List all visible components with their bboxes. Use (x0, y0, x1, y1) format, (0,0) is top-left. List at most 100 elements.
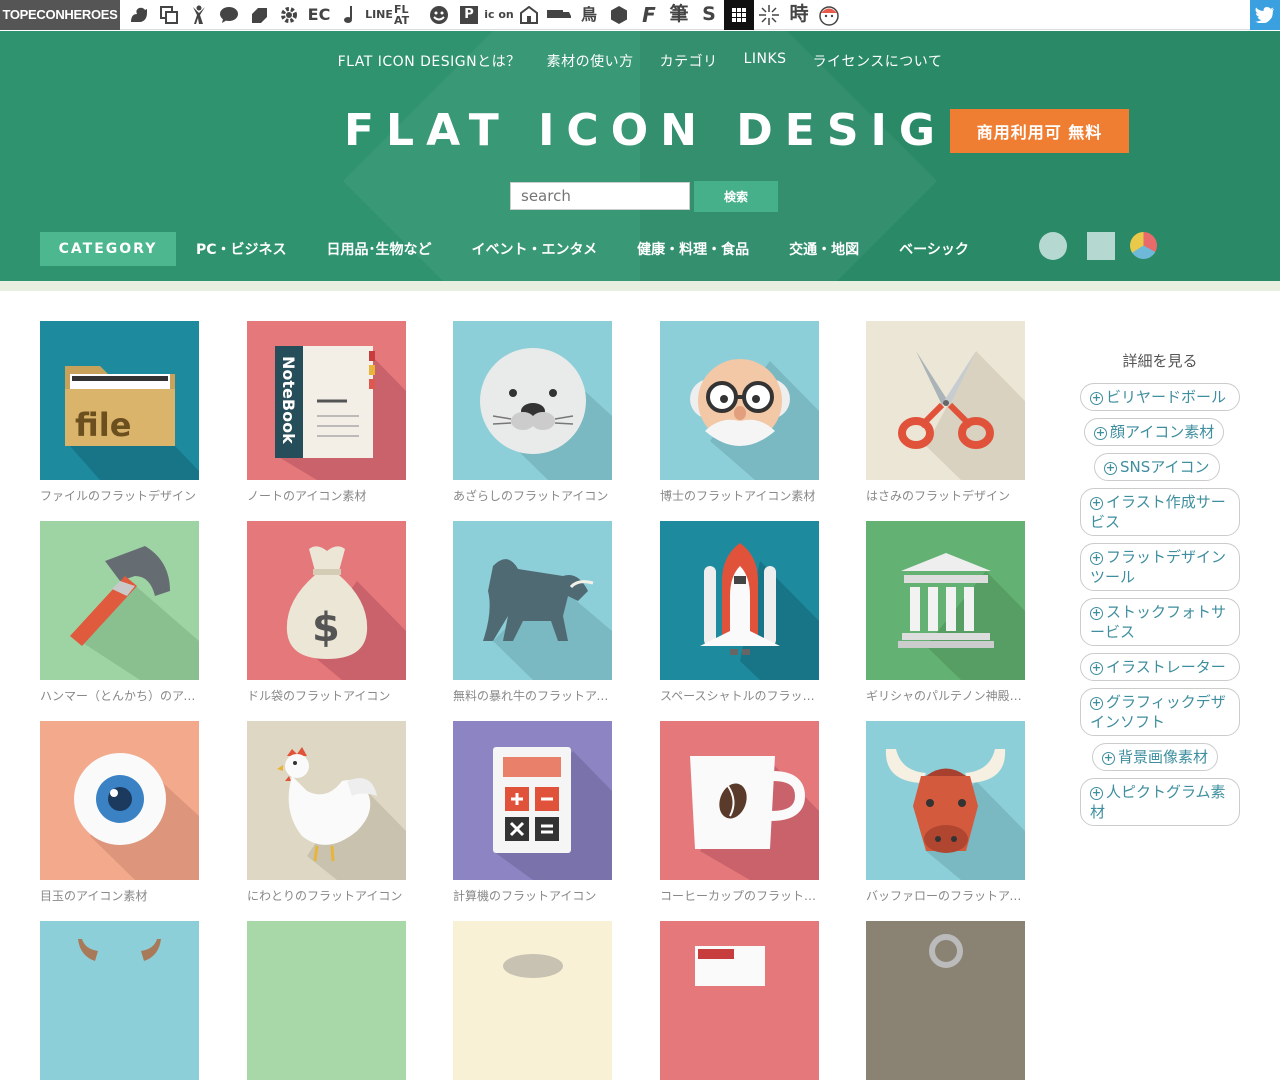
icon-card[interactable]: file ファイルのフラットデザイン (40, 321, 199, 504)
icon-card[interactable] (40, 921, 199, 1080)
card-caption[interactable]: バッファローのフラットアイコン (866, 887, 1025, 904)
professor-icon[interactable] (660, 321, 819, 480)
chicken-icon[interactable] (247, 721, 406, 880)
card-caption[interactable]: あざらしのフラットアイコン (453, 487, 612, 504)
time-icon[interactable]: 時 (784, 0, 814, 30)
buffalo-icon[interactable] (866, 721, 1025, 880)
bird-icon[interactable]: 鳥 (574, 0, 604, 30)
card-caption[interactable]: ノートのアイコン素材 (247, 487, 406, 504)
parthenon-icon[interactable] (866, 521, 1025, 680)
icon-card[interactable]: NoteBook ノートのアイコン素材 (247, 321, 406, 504)
search-input[interactable] (510, 182, 690, 210)
burst-icon[interactable] (754, 0, 784, 30)
partial-icon[interactable] (453, 921, 612, 1080)
file-folder-icon[interactable]: file (40, 321, 199, 480)
note-icon[interactable] (334, 0, 364, 30)
icon-card[interactable]: コーヒーカップのフラットアイコン (660, 721, 819, 904)
coffee-cup-icon[interactable] (660, 721, 819, 880)
icon-card[interactable]: 無料の暴れ牛のフラットアイコン (453, 521, 612, 704)
chat-icon[interactable] (214, 0, 244, 30)
card-caption[interactable]: はさみのフラットデザイン (866, 487, 1025, 504)
hex-icon[interactable] (604, 0, 634, 30)
icon-card[interactable] (866, 921, 1025, 1080)
card-caption[interactable]: コーヒーカップのフラットアイコン (660, 887, 819, 904)
icon-card[interactable]: スペースシャトルのフラットデザイン (660, 521, 819, 704)
icon-card[interactable]: あざらしのフラットアイコン (453, 321, 612, 504)
twitter-icon[interactable] (1250, 0, 1280, 30)
search-button[interactable]: 検索 (694, 181, 778, 212)
smile-icon[interactable] (424, 0, 454, 30)
partial-icon[interactable] (660, 921, 819, 1080)
category-event-entertainment[interactable]: イベント・エンタメ (472, 239, 598, 259)
ec-icon[interactable]: EC (304, 0, 334, 30)
partial-icon[interactable] (247, 921, 406, 1080)
icon-card[interactable]: はさみのフラットデザイン (866, 321, 1025, 504)
brush-icon[interactable]: 筆 (664, 0, 694, 30)
tag-human-pictogram[interactable]: + 人ピクトグラム素材 (1080, 778, 1240, 826)
card-caption[interactable]: スペースシャトルのフラットデザイン (660, 687, 819, 704)
icon-card[interactable]: ギリシャのパルテノン神殿のアイコン (866, 521, 1025, 704)
scissors-icon[interactable] (866, 321, 1025, 480)
face-icon[interactable] (814, 0, 844, 30)
card-caption[interactable]: 無料の暴れ牛のフラットアイコン (453, 687, 612, 704)
flat-icon[interactable]: FL AT (394, 0, 424, 30)
tag-billiard-ball[interactable]: + ビリヤードボール (1080, 383, 1240, 411)
notebook-icon[interactable]: NoteBook (247, 321, 406, 480)
card-caption[interactable]: 目玉のアイコン素材 (40, 887, 199, 904)
icon-icon[interactable]: ic on (484, 0, 514, 30)
color-filter-icon[interactable] (1130, 232, 1157, 259)
house-icon[interactable] (514, 0, 544, 30)
icon-card[interactable]: バッファローのフラットアイコン (866, 721, 1025, 904)
nav-category[interactable]: カテゴリ (660, 51, 718, 71)
category-pc-business[interactable]: PC・ビジネス (196, 239, 287, 259)
icon-card[interactable] (660, 921, 819, 1080)
icon-card[interactable]: $ ドル袋のフラットアイコン (247, 521, 406, 704)
icon-card[interactable]: ハンマー（とんかち）のアイコン (40, 521, 199, 704)
tag-icon[interactable] (244, 0, 274, 30)
nav-about[interactable]: FLAT ICON DESIGNとは？ (338, 51, 521, 71)
icon-card[interactable] (247, 921, 406, 1080)
icon-card[interactable] (453, 921, 612, 1080)
icon-card[interactable]: にわとりのフラットアイコン (247, 721, 406, 904)
tag-background-image[interactable]: + 背景画像素材 (1092, 743, 1219, 771)
card-caption[interactable]: ハンマー（とんかち）のアイコン (40, 687, 199, 704)
line-icon[interactable]: LINE (364, 0, 394, 30)
tag-illustration-service[interactable]: + イラスト作成サービス (1080, 488, 1240, 536)
category-daily-goods[interactable]: 日用品･生物など (327, 239, 432, 259)
eyeball-icon[interactable] (40, 721, 199, 880)
squirrel-icon[interactable] (124, 0, 154, 30)
money-bag-icon[interactable]: $ (247, 521, 406, 680)
card-caption[interactable]: ファイルのフラットデザイン (40, 487, 199, 504)
tag-sns-icon[interactable]: + SNSアイコン (1094, 453, 1220, 481)
tag-stock-photo-service[interactable]: + ストックフォトサービス (1080, 598, 1240, 646)
calculator-icon[interactable] (453, 721, 612, 880)
horns-icon[interactable] (40, 921, 199, 1080)
nav-license[interactable]: ライセンスについて (813, 51, 943, 71)
tag-flat-design-tool[interactable]: + フラットデザインツール (1080, 543, 1240, 591)
card-caption[interactable]: ギリシャのパルテノン神殿のアイコン (866, 687, 1025, 704)
circle-shape-filter-icon[interactable] (1039, 232, 1067, 260)
p-icon[interactable]: P (454, 0, 484, 30)
truck-icon[interactable] (544, 0, 574, 30)
partial-icon[interactable] (866, 921, 1025, 1080)
icon-card[interactable]: 計算機のフラットアイコン (453, 721, 612, 904)
space-shuttle-icon[interactable] (660, 521, 819, 680)
card-caption[interactable]: 博士のフラットアイコン素材 (660, 487, 819, 504)
site-logo[interactable]: FLAT ICON DESIGN (344, 105, 996, 156)
category-traffic-map[interactable]: 交通・地図 (789, 239, 859, 259)
icon-card[interactable]: 目玉のアイコン素材 (40, 721, 199, 904)
category-basic[interactable]: ベーシック (899, 239, 969, 259)
bull-icon[interactable] (453, 521, 612, 680)
topeconheroes-logo[interactable]: TOPECONHEROES (0, 0, 120, 30)
s-icon[interactable]: S (694, 0, 724, 30)
card-caption[interactable]: 計算機のフラットアイコン (453, 887, 612, 904)
dancer-icon[interactable] (184, 0, 214, 30)
hammer-icon[interactable] (40, 521, 199, 680)
copy-icon[interactable] (154, 0, 184, 30)
tag-face-icon[interactable]: + 顔アイコン素材 (1084, 418, 1225, 446)
f-icon[interactable]: F (634, 0, 664, 30)
grid-icon[interactable] (724, 0, 754, 30)
gear-icon[interactable] (274, 0, 304, 30)
nav-usage[interactable]: 素材の使い方 (547, 51, 634, 71)
square-shape-filter-icon[interactable] (1087, 232, 1115, 260)
